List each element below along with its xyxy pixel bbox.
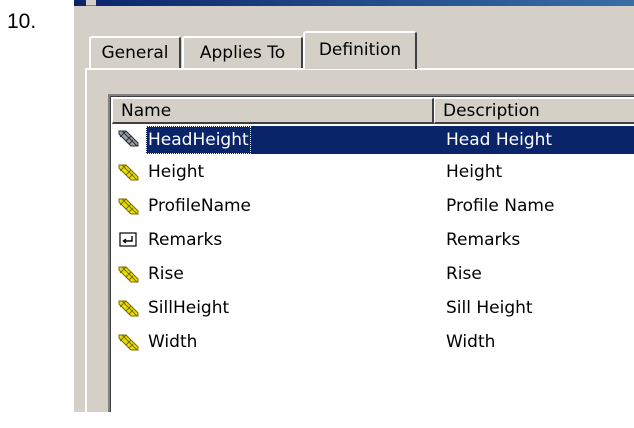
tab-definition[interactable]: Definition [303,31,417,69]
tab-panel [85,68,634,428]
tab-applies-to[interactable]: Applies To [182,36,303,68]
step-number: 10. [7,10,37,33]
tab-general[interactable]: General [89,36,181,68]
title-bar [74,0,634,6]
window-icon [86,0,96,6]
